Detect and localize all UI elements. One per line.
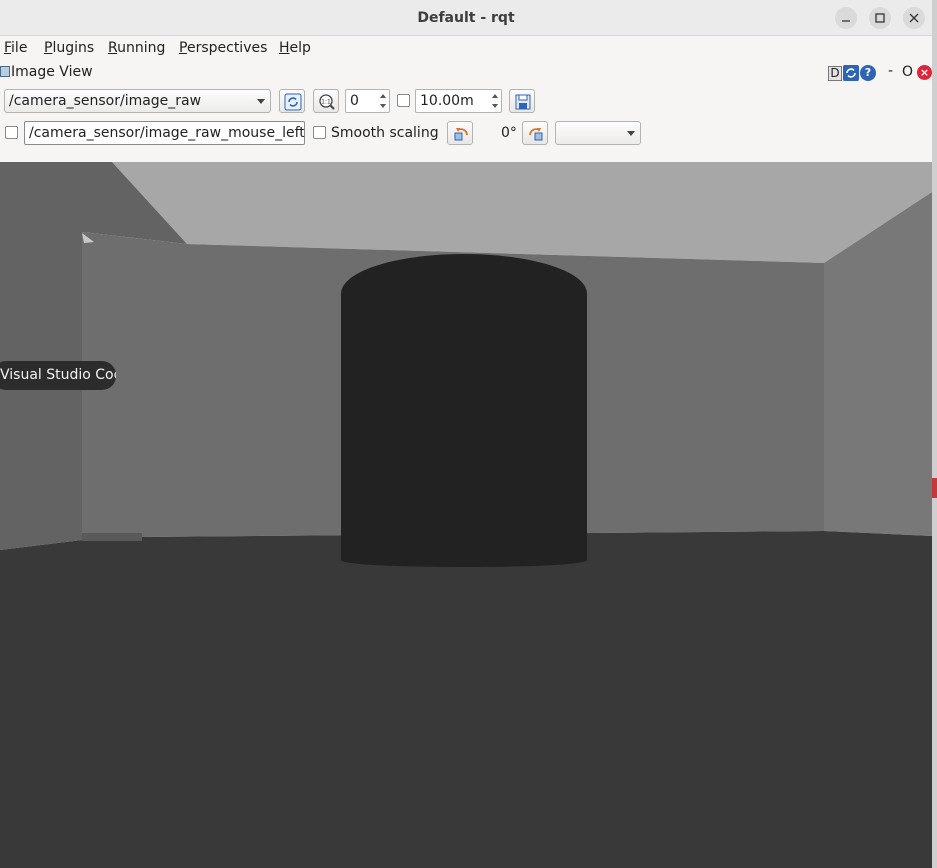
refresh-topics-button[interactable]: [279, 89, 305, 113]
topic-combo[interactable]: /camera_sensor/image_raw: [4, 89, 271, 113]
smooth-scaling-checkbox[interactable]: [313, 126, 326, 139]
minimize-button[interactable]: [835, 7, 857, 29]
plugin-title: Image View: [11, 64, 93, 80]
maximize-button[interactable]: [869, 7, 891, 29]
dynamic-range-checkbox[interactable]: [397, 94, 410, 107]
camera-image: [0, 162, 932, 868]
minimize-plugin-button[interactable]: -: [888, 63, 893, 79]
zoom-icon: 1:1: [319, 94, 335, 110]
background-window-edge: [932, 0, 937, 868]
mouse-topic-input[interactable]: [25, 122, 304, 144]
colormap-combo[interactable]: [555, 121, 641, 145]
mouse-topic-field[interactable]: [24, 121, 305, 145]
close-plugin-icon[interactable]: ×: [917, 65, 932, 80]
menu-perspectives[interactable]: Perspectives: [179, 40, 267, 56]
zoom-spinbox[interactable]: 0: [345, 89, 390, 113]
rotate-left-icon: [454, 128, 468, 141]
topic-value: /camera_sensor/image_raw: [9, 93, 202, 109]
close-icon: [909, 13, 919, 23]
spin-up-icon[interactable]: [492, 94, 498, 98]
chevron-down-icon: [627, 131, 635, 136]
menu-bar: File Plugins Running Perspectives Help: [0, 37, 932, 59]
dock-tooltip: Visual Studio Code: [0, 361, 116, 390]
zoom-value: 0: [350, 93, 359, 109]
refresh-icon: [284, 93, 302, 111]
rotation-label: 0°: [501, 125, 517, 141]
rotate-left-button[interactable]: [447, 121, 473, 145]
save-image-button[interactable]: [509, 89, 535, 113]
menu-help[interactable]: Help: [279, 40, 311, 56]
spin-down-icon[interactable]: [380, 104, 386, 108]
menu-file[interactable]: File: [4, 40, 27, 56]
save-icon: [515, 94, 531, 110]
spin-down-icon[interactable]: [492, 104, 498, 108]
title-bar[interactable]: Default - rqt: [0, 0, 932, 36]
plugin-header: Image View D ? - O ×: [0, 61, 932, 85]
publish-mouse-checkbox[interactable]: [5, 126, 18, 139]
minimize-icon: [842, 20, 850, 22]
smooth-scaling-label: Smooth scaling: [331, 125, 439, 141]
chevron-down-icon: [257, 99, 265, 104]
spin-up-icon[interactable]: [380, 94, 386, 98]
background-accent: [932, 478, 937, 498]
svg-text:1:1: 1:1: [321, 99, 331, 106]
options-button[interactable]: O: [902, 64, 913, 80]
help-icon[interactable]: ?: [860, 65, 876, 81]
menu-plugins[interactable]: Plugins: [44, 40, 94, 56]
image-viewport[interactable]: [0, 162, 932, 868]
max-range-value: 10.00m: [420, 93, 474, 109]
rotate-right-button[interactable]: [522, 121, 548, 145]
image-view-icon: [0, 66, 10, 77]
reload-icon[interactable]: [843, 65, 859, 81]
dock-button[interactable]: D: [828, 66, 842, 81]
max-range-spinbox[interactable]: 10.00m: [415, 89, 502, 113]
maximize-icon: [875, 13, 885, 23]
rqt-window: Default - rqt File Plugins Running Persp…: [0, 0, 932, 868]
rotate-right-icon: [529, 128, 543, 141]
menu-running[interactable]: Running: [108, 40, 165, 56]
window-title: Default - rqt: [417, 10, 515, 26]
close-button[interactable]: [903, 7, 925, 29]
zoom-1-button[interactable]: 1:1: [313, 89, 339, 113]
